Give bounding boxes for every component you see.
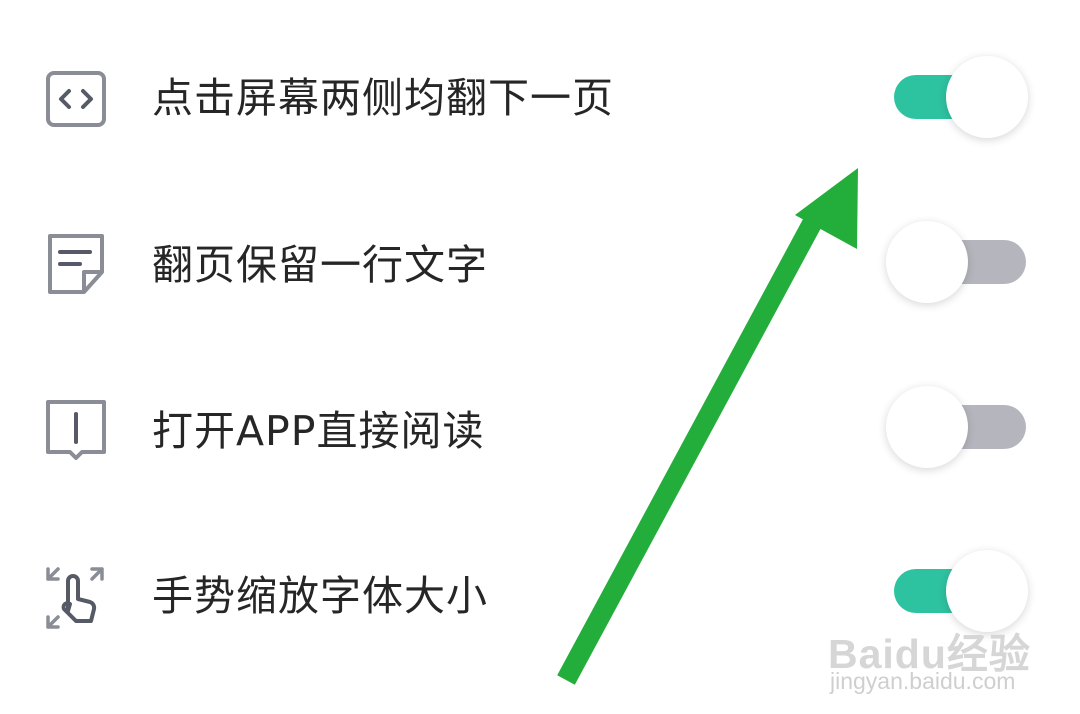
setting-label: 手势缩放字体大小 <box>152 572 488 620</box>
open-book-icon <box>40 392 112 464</box>
pinch-zoom-gesture-icon <box>40 561 112 633</box>
code-brackets-icon <box>40 63 112 135</box>
setting-row-keep-one-line[interactable]: 翻页保留一行文字 <box>0 183 1080 343</box>
setting-row-open-app-read[interactable]: 打开APP直接阅读 <box>0 349 1080 509</box>
toggle-knob <box>886 386 968 468</box>
toggle-switch[interactable] <box>886 217 1036 307</box>
setting-row-tap-sides-next-page[interactable]: 点击屏幕两侧均翻下一页 <box>0 18 1080 178</box>
watermark-url: jingyan.baidu.com <box>830 668 1016 694</box>
toggle-knob <box>886 221 968 303</box>
setting-label: 打开APP直接阅读 <box>152 407 485 455</box>
note-page-icon <box>40 228 112 300</box>
setting-label: 点击屏幕两侧均翻下一页 <box>152 74 614 122</box>
toggle-switch[interactable] <box>886 382 1036 472</box>
setting-label: 翻页保留一行文字 <box>152 241 488 289</box>
toggle-switch[interactable] <box>886 52 1036 142</box>
toggle-knob <box>946 56 1028 138</box>
